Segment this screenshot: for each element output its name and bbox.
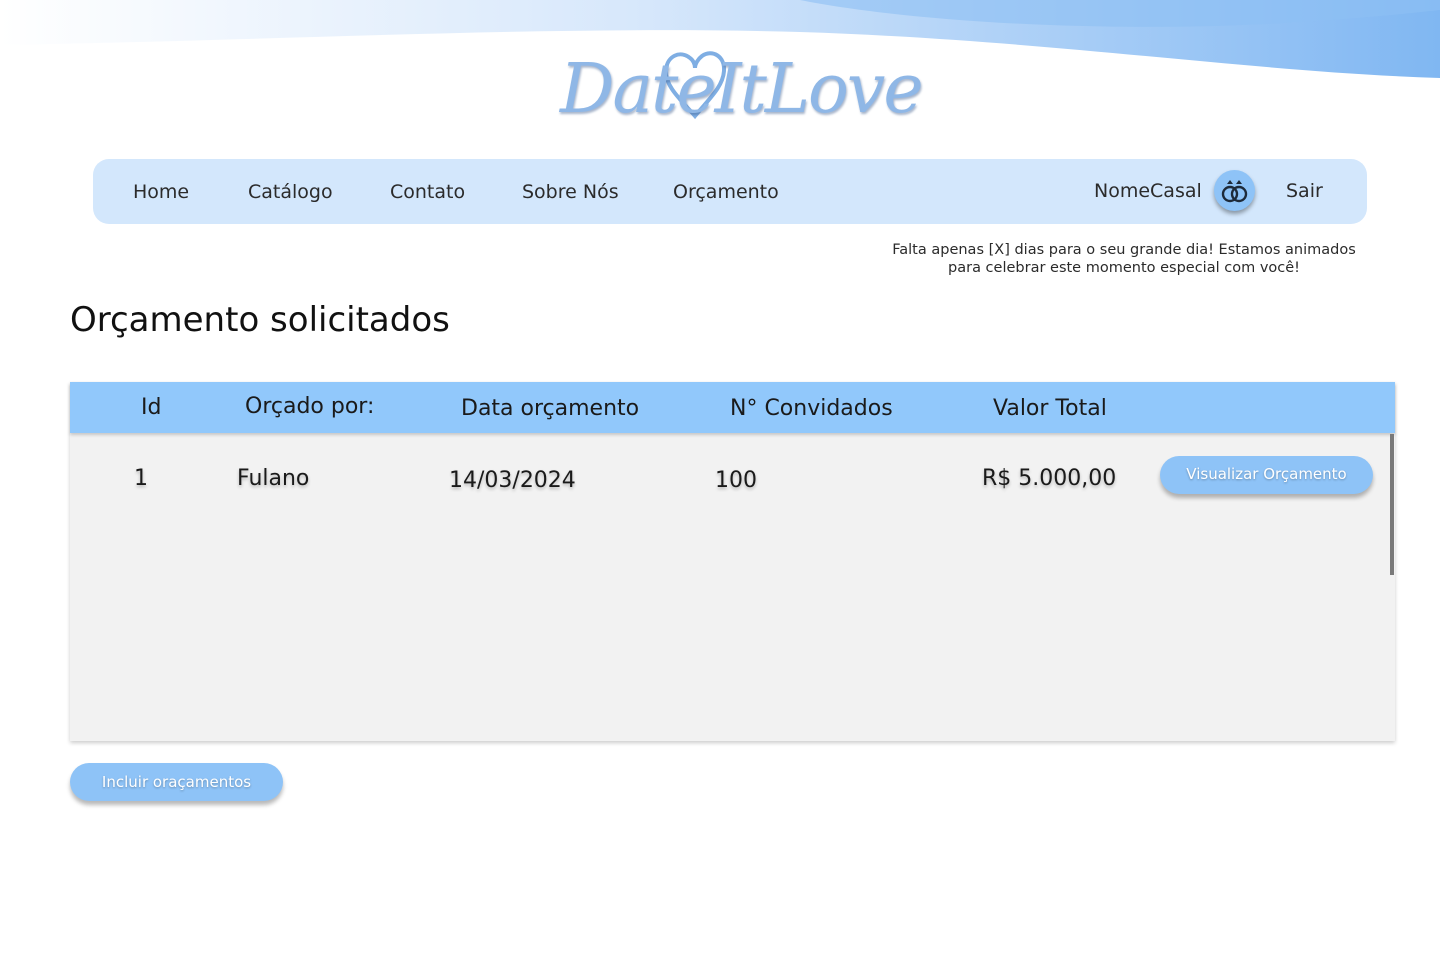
nav-orcamento[interactable]: Orçamento [673, 181, 779, 203]
nav-sobre-nos[interactable]: Sobre Nós [522, 181, 619, 203]
logo-text: DateItLove [560, 50, 924, 129]
table-header: Id Orçado por: Data orçamento N° Convida… [70, 382, 1395, 433]
budget-table: Id Orçado por: Data orçamento N° Convida… [70, 382, 1395, 741]
cell-guests: 100 [715, 468, 757, 493]
cell-date: 14/03/2024 [449, 468, 576, 493]
nav-contato[interactable]: Contato [390, 181, 465, 203]
cell-id: 1 [134, 466, 148, 491]
add-budget-button[interactable]: Incluir oraçamentos [70, 763, 283, 801]
page-title: Orçamento solicitados [70, 300, 450, 340]
header-id: Id [141, 395, 162, 420]
page: DateItLove Home Catálogo Contato Sobre N… [0, 0, 1440, 957]
nav-home[interactable]: Home [133, 181, 189, 203]
header-guests: N° Convidados [730, 396, 893, 421]
header-date: Data orçamento [461, 396, 640, 421]
header-total: Valor Total [993, 396, 1107, 421]
nav-catalogo[interactable]: Catálogo [248, 181, 333, 203]
cell-total: R$ 5.000,00 [982, 466, 1117, 491]
top-navbar: Home Catálogo Contato Sobre Nós Orçament… [93, 159, 1367, 224]
logout-link[interactable]: Sair [1286, 180, 1323, 202]
table-scrollbar[interactable] [1390, 434, 1394, 575]
header-requested-by: Orçado por: [245, 394, 375, 419]
wedding-rings-icon [1221, 180, 1248, 203]
avatar[interactable] [1214, 170, 1255, 211]
brand-logo[interactable]: DateItLove [560, 42, 924, 147]
view-budget-button[interactable]: Visualizar Orçamento [1160, 456, 1373, 494]
couple-name[interactable]: NomeCasal [1094, 180, 1202, 202]
countdown-line-1: Falta apenas [X] dias para o seu grande … [892, 242, 1356, 258]
countdown-line-2: para celebrar este momento especial com … [948, 260, 1300, 276]
wedding-countdown-message: Falta apenas [X] dias para o seu grande … [880, 241, 1368, 277]
cell-requested-by: Fulano [237, 466, 310, 491]
